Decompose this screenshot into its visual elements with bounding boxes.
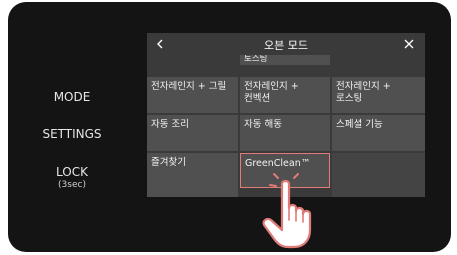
- lock-button[interactable]: LOCK (3sec): [32, 165, 112, 190]
- tile-microwave-grill[interactable]: 전자레인지 + 그릴: [147, 77, 238, 113]
- tile-special-function[interactable]: 스페셜 기능: [332, 115, 425, 151]
- tile-label-line1: 전자레인지 +: [244, 81, 299, 92]
- tile-auto-defrost[interactable]: 자동 해동: [240, 115, 330, 151]
- tile-label: 전자레인지 + 그릴: [151, 81, 227, 92]
- tapping-hand-icon: [262, 173, 312, 249]
- tile-roasting-partial[interactable]: 토스팅: [240, 55, 330, 65]
- tile-label: 스페셜 기능: [336, 119, 383, 130]
- close-icon[interactable]: [403, 37, 415, 51]
- tile-label-line1: 전자레인지 +: [336, 81, 391, 92]
- tile-microwave-convection[interactable]: 전자레인지 + 컨벡션: [240, 77, 330, 113]
- tile-auto-cook[interactable]: 자동 조리: [147, 115, 238, 151]
- tile-microwave-roasting[interactable]: 전자레인지 + 로스팅: [332, 77, 425, 113]
- mode-button[interactable]: MODE: [32, 90, 112, 104]
- lock-label: LOCK: [56, 165, 88, 179]
- screen-header: 오븐 모드: [147, 33, 425, 55]
- settings-button[interactable]: SETTINGS: [32, 127, 112, 141]
- tile-label: 자동 조리: [151, 119, 189, 130]
- tile-label-line2: 컨벡션: [244, 93, 271, 104]
- tile-favorites[interactable]: 즐겨찾기: [147, 153, 238, 197]
- tile-empty: [332, 153, 425, 197]
- tile-label: 토스팅: [244, 55, 268, 64]
- tile-label: 즐겨찾기: [151, 157, 186, 168]
- tile-label-line2: 로스팅: [336, 93, 363, 104]
- lock-duration: (3sec): [58, 180, 86, 190]
- tile-label: GreenClean™: [245, 158, 311, 169]
- tile-label: 자동 해동: [244, 119, 282, 130]
- oven-control-panel: MODE SETTINGS LOCK (3sec) 오븐 모드 토스팅 전자레인…: [8, 2, 451, 252]
- screen-title: 오븐 모드: [264, 39, 308, 52]
